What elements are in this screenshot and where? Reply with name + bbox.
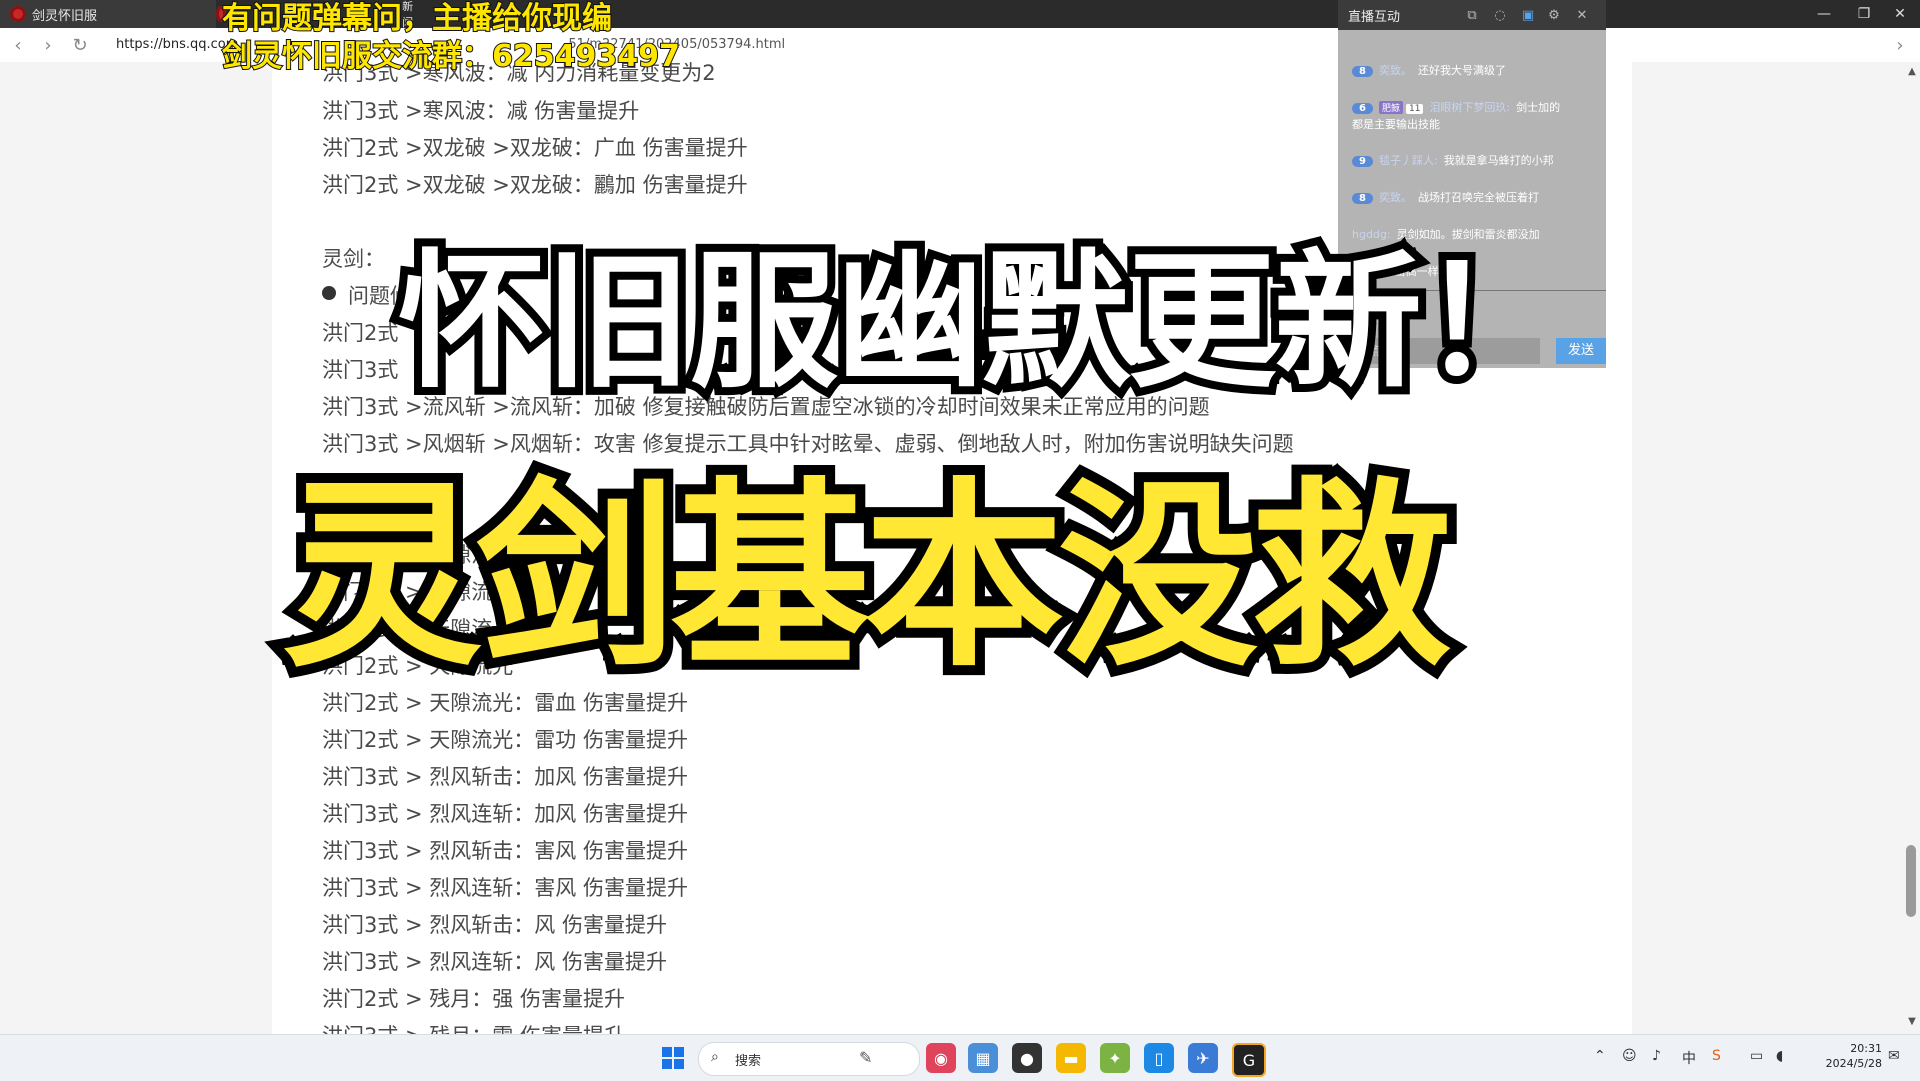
chat-user: 毯子丿踩人: [1378,154,1438,167]
chat-message-continued: 都是主要输出技能 [1352,118,1440,131]
forward-icon[interactable]: › [36,33,60,57]
sogou-icon[interactable]: S [1712,1048,1721,1064]
tablet-app-icon[interactable]: ▯ [1144,1043,1174,1073]
chat-text: 还好我大号满级了 [1417,64,1506,77]
search-highlight-icon: ✎ [859,1048,873,1067]
clock-date: 2024/5/28 [1825,1057,1882,1070]
panel-header: 直播互动 ⧉ ◌ ▣ ⚙ ✕ [1338,0,1606,30]
fan-badge: 肥鲸 [1378,101,1403,114]
close-icon[interactable]: ✕ [1574,7,1590,23]
url-text: https://bns.qq.com [116,37,239,52]
level-badge: 8 [1352,193,1373,204]
headline-humorous-update: 怀旧服幽默更新！ [390,236,1576,408]
windows-taskbar: ⌕ 搜索 ✎ ◉ ▦ ● ▬ ✦ ▯ ✈ G ⌃ ☺ ♪ 中 S ▭ ◖ 20:… [0,1034,1920,1081]
chat-text: 我就是拿马蜂打的小邦 [1443,154,1554,167]
popout-icon[interactable]: ⧉ [1464,7,1480,23]
article-line: 洪门3式 > 烈风斩击：害风 伤害量提升 [322,839,688,863]
bird-app-icon[interactable]: ✦ [1100,1043,1130,1073]
chat-user: 奕致。 [1378,64,1412,77]
qq-icon[interactable]: ☺ [1622,1048,1637,1064]
article-line: 洪门2式 >双龙破 >双龙破：鸝加 伤害量提升 [322,173,748,197]
article-line: 洪门3式 > 烈风连斩：加风 伤害量提升 [322,802,688,826]
bullet-icon [322,286,336,300]
article-line: 洪门3式 >寒风波：减 伤害量提升 [322,99,640,123]
restore-button[interactable]: ❐ [1844,0,1884,28]
chat-message: 6 肥鲸 11 泪眼树下梦回玖: 剑士加的 [1352,99,1560,115]
folder-icon[interactable]: ▬ [1056,1043,1086,1073]
taskbar-clock[interactable]: 20:31 2024/5/28 [1822,1041,1882,1071]
chat-message: 8 奕致。 战场打召唤完全被压着打 [1352,189,1539,205]
headline-lingjian-hopeless: 灵剑基本没救 [272,461,1462,694]
obs-icon[interactable]: ● [1012,1043,1042,1073]
app-icon[interactable]: ▦ [968,1043,998,1073]
search-label: 搜索 [735,1054,762,1069]
article-line: 洪门3式 > 烈风斩击：风 伤害量提升 [322,913,667,937]
article-line: 洪门2式 > 天隙流光：雷功 伤害量提升 [322,728,688,752]
clock-time: 20:31 [1850,1042,1882,1055]
level-badge: 6 [1352,103,1373,114]
article-line: 洪门3式 [322,358,399,382]
section-heading: 灵剑： [322,247,385,271]
chat-text: 战场打召唤完全被压着打 [1417,191,1539,204]
netease-music-icon[interactable]: ◉ [926,1043,956,1073]
mute-icon[interactable]: ◌ [1492,7,1508,23]
close-window-button[interactable]: ✕ [1880,0,1920,28]
minimize-button[interactable]: — [1804,0,1844,28]
game-favicon-icon [10,6,26,22]
reload-icon[interactable]: ↻ [68,33,92,57]
scroll-down-icon[interactable]: ▼ [1904,1016,1920,1032]
article-line: 洪门3式 > 烈风斩击：加风 伤害量提升 [322,765,688,789]
scrollbar-thumb[interactable] [1906,845,1916,917]
volume-icon[interactable]: ◖ [1776,1048,1783,1064]
ime-indicator[interactable]: 中 [1682,1048,1696,1068]
taskbar-search[interactable]: ⌕ 搜索 ✎ [698,1042,920,1076]
chat-message: 9 毯子丿踩人: 我就是拿马蜂打的小邦 [1352,152,1554,168]
level-badge: 8 [1352,66,1373,77]
tray-expand-icon[interactable]: ⌃ [1594,1048,1606,1064]
tab-label: 剑灵怀旧服 [32,8,98,24]
article-line: 洪门3式 > 烈风连斩：风 伤害量提升 [322,950,667,974]
level-badge: 9 [1352,156,1373,167]
microphone-icon[interactable]: ♪ [1652,1048,1661,1064]
article-line: 洪门2式 > 残月：强 伤害量提升 [322,987,625,1011]
search-icon: ⌕ [711,1049,719,1065]
article-line: 洪门3式 >风烟斩 >风烟斩：攻害 修复提示工具中针对眩晕、虚弱、倒地敌人时，附… [322,432,1294,456]
fan-level: 11 [1405,104,1424,114]
gear-icon[interactable]: ⚙ [1546,7,1562,23]
caption-group-number: 剑灵怀旧服交流群：625493497 [221,39,681,74]
chat-user: 泪眼树下梦回玖: [1429,101,1511,114]
browser-icon[interactable]: ✈ [1188,1043,1218,1073]
game-launcher-icon[interactable]: G [1232,1043,1266,1077]
article-line: 洪门3式 > 烈风连斩：害风 伤害量提升 [322,876,688,900]
network-icon[interactable]: ▭ [1750,1048,1763,1064]
chat-text: 剑士加的 [1516,101,1561,114]
notification-icon[interactable]: ✉ [1888,1048,1900,1064]
chat-message: 8 奕致。 还好我大号满级了 [1352,62,1506,78]
chat-user: 奕致。 [1378,191,1412,204]
tab-bns-nostalgia[interactable]: 剑灵怀旧服 [0,0,216,28]
windows-start-icon[interactable] [658,1043,688,1073]
scroll-up-icon[interactable]: ▲ [1904,66,1920,82]
caption-ask-danmaku: 有问题弹幕问，主播给你现编 [221,1,613,36]
article-line: 洪门2式 >双龙破 >双龙破：广血 伤害量提升 [322,136,748,160]
article-line: 洪门3式 > 残月：雷 伤害量提升 [322,1020,625,1034]
article-line: 洪门2式 [322,321,399,345]
panel-title: 直播互动 [1348,10,1401,25]
back-icon[interactable]: ‹ [6,33,30,57]
chevron-right-icon[interactable]: › [1888,33,1912,57]
lock-icon[interactable]: ▣ [1520,7,1536,23]
